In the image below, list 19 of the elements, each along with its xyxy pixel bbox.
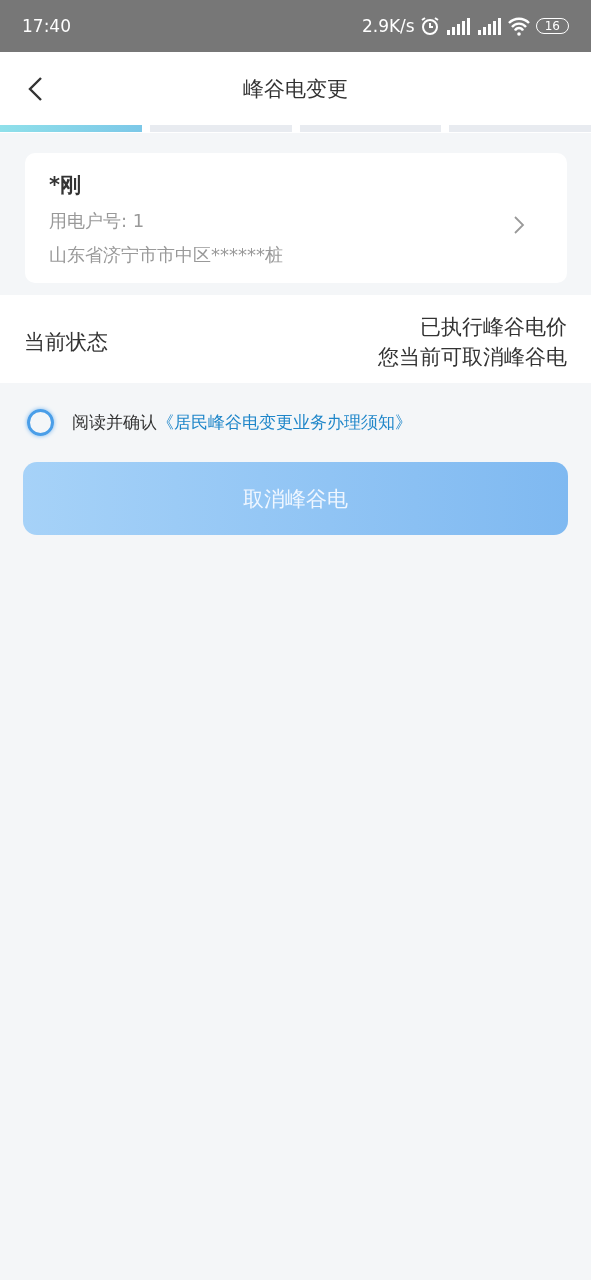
wifi-icon: [506, 16, 531, 36]
account-number: 用电户号: 1: [49, 209, 145, 233]
network-speed: 2.9K/s: [361, 16, 415, 36]
account-address: 山东省济宁市市中区******桩: [49, 243, 283, 267]
status-value: 已执行峰谷电价: [420, 314, 567, 341]
signal-icon: [475, 16, 502, 36]
back-icon[interactable]: [26, 76, 44, 102]
status-value: 您当前可取消峰谷电: [378, 344, 567, 371]
account-name: *刚: [49, 172, 81, 199]
clock-time: 17:40: [22, 16, 71, 36]
alarm-icon: [419, 16, 440, 36]
chevron-right-icon: [513, 215, 525, 235]
notice-link[interactable]: 《居民峰谷电变更业务办理须知》: [157, 412, 412, 432]
agreement-text: 阅读并确认《居民峰谷电变更业务办理须知》: [72, 411, 412, 434]
status-label: 当前状态: [24, 329, 108, 356]
agree-radio[interactable]: [27, 409, 54, 436]
page-title: 峰谷电变更: [243, 75, 348, 103]
signal-icon: [444, 16, 471, 36]
account-card[interactable]: *刚 用电户号: 1 山东省济宁市市中区******桩: [25, 153, 567, 283]
